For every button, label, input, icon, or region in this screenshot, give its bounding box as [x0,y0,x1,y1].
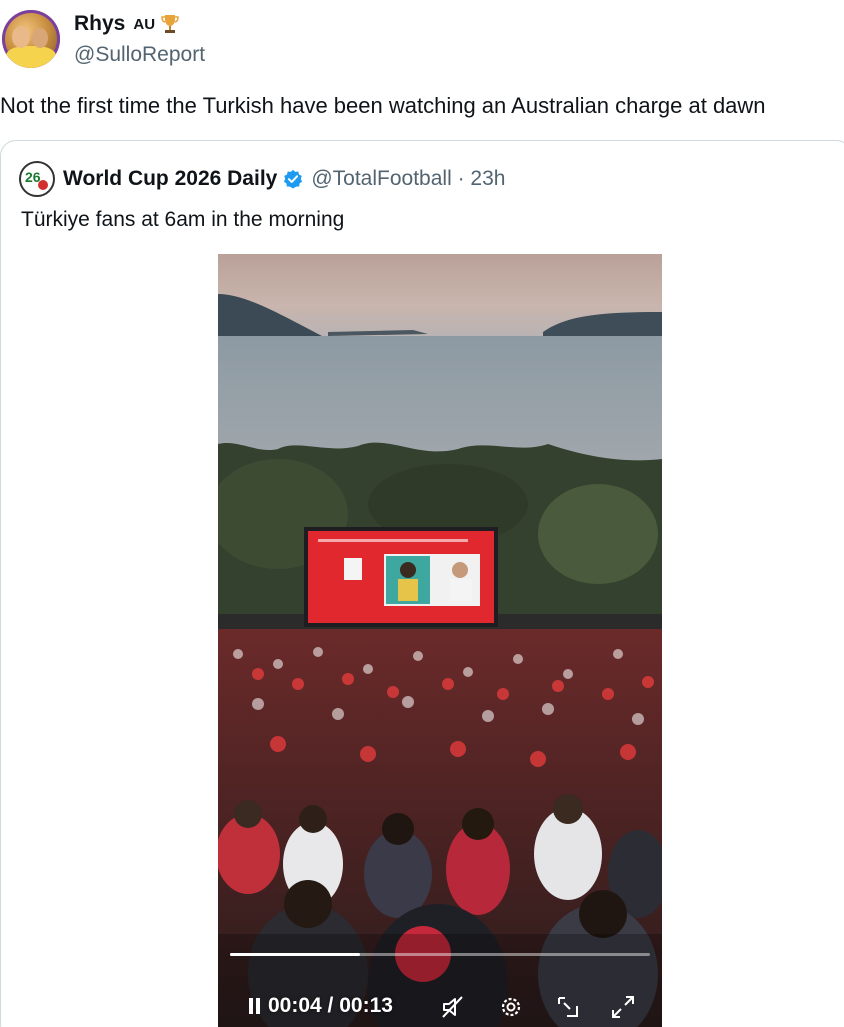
video-frame [218,254,662,1027]
tweet-text: Not the first time the Turkish have been… [0,93,766,118]
video-progress-fill [230,953,361,956]
fullscreen-icon[interactable] [610,994,636,1020]
author-handle[interactable]: @SulloReport [74,43,205,67]
video-controls: 00:04 / 00:13 [218,986,662,1026]
author-avatar[interactable] [2,10,60,68]
trophy-icon [161,15,179,33]
quoted-author-handle-time[interactable]: @TotalFootball · 23h [311,167,505,191]
pause-icon[interactable] [248,996,262,1016]
video-progress-bar[interactable] [230,953,650,956]
quoted-tweet-header: 26 World Cup 2026 Daily @TotalFootball ·… [19,161,505,197]
quoted-author-avatar[interactable]: 26 [19,161,55,197]
verified-badge-icon [284,169,303,189]
quoted-author-display-name[interactable]: World Cup 2026 Daily [63,167,277,191]
author-country-tag: AU [133,15,156,33]
picture-in-picture-icon[interactable] [555,994,581,1020]
mute-icon[interactable] [440,994,466,1020]
author-name-row: Rhys AU [74,12,179,36]
quoted-tweet-text: Türkiye fans at 6am in the morning [21,208,345,231]
tweet-screenshot: Rhys AU @SulloReport Not the first time … [0,0,844,1027]
video-time-display: 00:04 / 00:13 [268,994,393,1017]
author-display-name[interactable]: Rhys [74,12,125,36]
settings-icon[interactable] [498,994,524,1020]
video-player[interactable]: 00:04 / 00:13 [218,254,662,1027]
